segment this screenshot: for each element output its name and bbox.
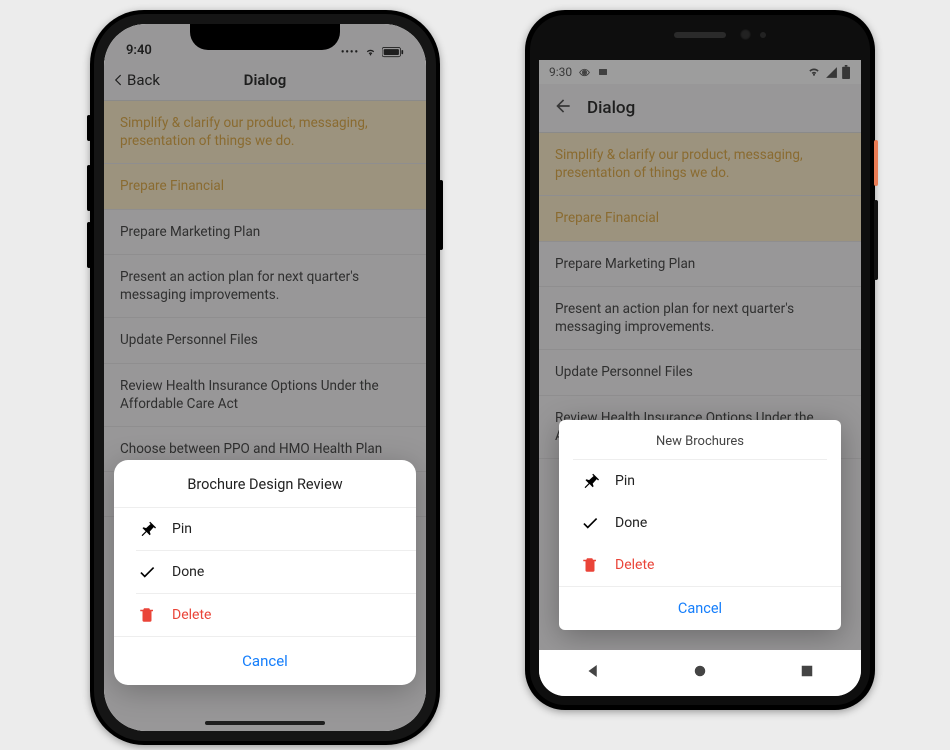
action-delete[interactable]: Delete: [559, 544, 841, 586]
nav-back-button[interactable]: [584, 662, 602, 684]
action-done[interactable]: Done: [114, 551, 416, 593]
action-pin-label: Pin: [172, 521, 192, 537]
home-indicator[interactable]: [205, 721, 325, 725]
square-recents-icon: [798, 662, 816, 680]
pixel-screen: 9:30 Dialog Simplify & clarify our produ…: [539, 60, 861, 696]
sheet-title: Brochure Design Review: [114, 460, 416, 508]
nav-recents-button[interactable]: [798, 662, 816, 684]
nav-home-button[interactable]: [691, 662, 709, 684]
action-pin[interactable]: Pin: [559, 460, 841, 502]
action-done-label: Done: [615, 515, 647, 531]
android-system-nav: [539, 650, 861, 696]
power-button: [874, 140, 878, 186]
check-icon: [581, 514, 599, 532]
power-button: [439, 180, 443, 250]
trash-icon: [581, 556, 599, 574]
pin-icon: [581, 472, 599, 490]
action-pin-label: Pin: [615, 473, 635, 489]
iphone-screen: 9:40 •••• Back Dialog Simplify & clarify…: [104, 24, 426, 731]
iphone-device-frame: 9:40 •••• Back Dialog Simplify & clarify…: [90, 10, 440, 745]
trash-icon: [138, 606, 156, 624]
action-cancel[interactable]: Cancel: [114, 636, 416, 685]
action-done-label: Done: [172, 564, 204, 580]
volume-rocker: [874, 200, 878, 280]
iphone-notch: [190, 24, 340, 50]
android-action-dialog: New Brochures Pin Done Delete Cancel: [559, 420, 841, 630]
ios-action-sheet: Brochure Design Review Pin Done Delete C…: [114, 460, 416, 685]
pixel-device-frame: 9:30 Dialog Simplify & clarify our produ…: [525, 10, 875, 710]
action-delete-label: Delete: [172, 607, 211, 623]
mute-switch: [87, 115, 91, 141]
sheet-title: New Brochures: [559, 420, 841, 459]
triangle-back-icon: [584, 662, 602, 680]
action-cancel[interactable]: Cancel: [559, 586, 841, 630]
pin-icon: [138, 520, 156, 538]
volume-up-button: [87, 165, 91, 211]
volume-down-button: [87, 222, 91, 268]
action-delete-label: Delete: [615, 557, 654, 573]
speaker-grille: [674, 32, 726, 38]
action-done[interactable]: Done: [559, 502, 841, 544]
front-camera: [740, 29, 751, 40]
sensor: [760, 32, 766, 38]
action-pin[interactable]: Pin: [114, 508, 416, 550]
check-icon: [138, 563, 156, 581]
circle-home-icon: [691, 662, 709, 680]
action-delete[interactable]: Delete: [114, 594, 416, 636]
